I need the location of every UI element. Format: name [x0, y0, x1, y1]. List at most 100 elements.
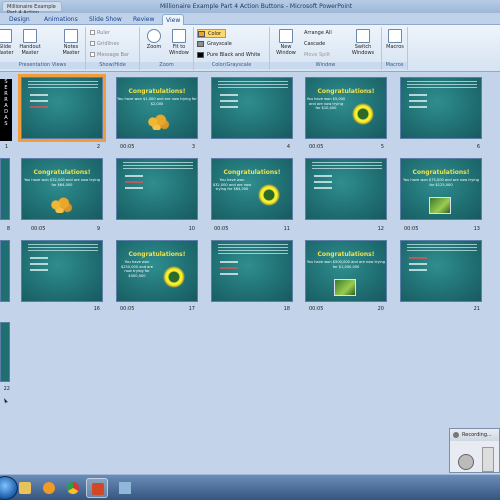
slide-6-thumbnail[interactable] [400, 77, 482, 139]
record-button[interactable] [458, 454, 474, 470]
color-option[interactable]: Color [197, 29, 227, 38]
fit-to-window-button[interactable]: Fit to Window [167, 29, 191, 61]
answer-line [125, 181, 143, 183]
slide-number: 12 [377, 226, 384, 232]
window-group-label: Window [270, 62, 381, 69]
cascade-button[interactable]: Cascade [304, 41, 325, 47]
macros-button[interactable]: Macros [384, 29, 406, 61]
network-icon [119, 482, 131, 494]
slide-14-thumbnail[interactable] [0, 240, 10, 302]
slide-master-icon [0, 29, 12, 43]
ruler-label: Ruler [97, 30, 110, 36]
color-swatch-icon [198, 30, 205, 37]
ruler-checkbox[interactable]: Ruler [90, 30, 110, 36]
switch-windows-button[interactable]: Switch Windows [348, 29, 378, 61]
answer-line [30, 100, 48, 102]
slide-18-thumbnail[interactable]: Congratulations! You have won $500,000 a… [305, 240, 387, 302]
question-text [312, 162, 382, 169]
slide-10-thumbnail[interactable] [116, 158, 198, 220]
zoom-button[interactable]: Zoom [143, 29, 165, 61]
notes-master-button[interactable]: Notes Master [60, 29, 82, 61]
congrats-text: Congratulations! [223, 169, 281, 176]
question-text [123, 162, 193, 169]
tab-view[interactable]: View [162, 14, 185, 25]
answer-line [220, 273, 238, 275]
grayscale-option[interactable]: Grayscale [197, 40, 236, 49]
taskbar [0, 474, 500, 500]
slide-11-thumbnail[interactable]: Congratulations! You have won $32,000 an… [211, 158, 293, 220]
explorer-app[interactable] [14, 478, 36, 498]
tab-animations[interactable]: Animations [41, 14, 81, 25]
tab-review[interactable]: Review [130, 14, 157, 25]
arrange-all-button[interactable]: Arrange All [304, 30, 332, 36]
slide-number: 18 [283, 306, 290, 312]
answer-line [30, 269, 48, 271]
media-player-app[interactable] [38, 478, 60, 498]
quick-access-tab[interactable]: Millionaire Example Part 4 Action Button… [2, 1, 62, 22]
slide-timing: 00:05 [309, 144, 324, 150]
chrome-icon [67, 482, 79, 494]
slide-16-thumbnail[interactable]: Congratulations! You have won $250,000 a… [116, 240, 198, 302]
grayscale-swatch-icon [197, 40, 204, 47]
slide-17-thumbnail[interactable] [211, 240, 293, 302]
slide-13-thumbnail[interactable]: Congratulations! You have won $75,000 an… [400, 158, 482, 220]
move-split-button[interactable]: Move Split [304, 52, 330, 58]
network-app[interactable] [114, 478, 136, 498]
slide-3-thumbnail[interactable]: Congratulations! You have won $1,000 and… [116, 77, 198, 139]
new-window-label: New Window [276, 44, 296, 56]
handout-master-icon [23, 29, 37, 43]
window-title: Millionaire Example Part 4 Action Button… [160, 3, 353, 10]
recording-label: Recording... [462, 432, 492, 438]
slide-1-thumbnail[interactable]: SERRADAS [0, 79, 12, 141]
slide-5-thumbnail[interactable]: Congratulations! You have won $5,000 and… [305, 77, 387, 139]
answer-line [125, 175, 143, 177]
pure-black-white-option[interactable]: Pure Black and White [197, 51, 264, 60]
group-zoom: Zoom Fit to Window Zoom [140, 27, 194, 70]
tab-design[interactable]: Design [6, 14, 33, 25]
slide-number: 8 [6, 226, 10, 232]
money-burst-image [258, 184, 280, 206]
chrome-app[interactable] [62, 478, 84, 498]
slide-12-thumbnail[interactable] [305, 158, 387, 220]
answer-line [220, 267, 238, 269]
new-window-button[interactable]: New Window [273, 29, 299, 61]
answer-line [314, 181, 332, 183]
record-indicator-icon [453, 432, 459, 438]
slide-15-thumbnail[interactable] [21, 240, 103, 302]
slide-master-button[interactable]: Slide Master [0, 29, 16, 61]
new-window-icon [279, 29, 293, 43]
question-text [28, 244, 98, 251]
ribbon-tabs: Design Animations Slide Show Review View [0, 13, 500, 25]
recording-widget[interactable]: Recording... [449, 428, 500, 473]
slide-9-thumbnail[interactable]: Congratulations! You have won $32,000 an… [21, 158, 103, 220]
coins-image [145, 112, 171, 130]
congrats-text: Congratulations! [128, 88, 186, 95]
slide-number: 4 [286, 144, 290, 150]
slide-22-thumbnail[interactable] [0, 322, 10, 382]
answer-line [125, 187, 143, 189]
answer-line [409, 106, 427, 108]
handout-master-button[interactable]: Handout Master [16, 29, 44, 61]
group-window: New Window Arrange All Cascade Move Spli… [270, 27, 382, 70]
title-bar: Millionaire Example Part 4 Action Button… [0, 0, 500, 22]
answer-line [409, 269, 427, 271]
fit-to-window-label: Fit to Window [169, 44, 189, 56]
slide-number: 17 [188, 306, 195, 312]
message-bar-checkbox[interactable]: Message Bar [90, 52, 129, 58]
tab-slide-show[interactable]: Slide Show [86, 14, 125, 25]
volume-slider[interactable] [482, 447, 494, 472]
answer-line [220, 94, 238, 96]
powerpoint-app[interactable] [86, 478, 108, 498]
slide-19-thumbnail[interactable] [400, 240, 482, 302]
answer-line [409, 94, 427, 96]
presentation-views-label: Presentation Views [0, 62, 85, 69]
congrats-text: Congratulations! [412, 169, 470, 176]
gridlines-checkbox[interactable]: Gridlines [90, 41, 119, 47]
macros-group-label: Macros [382, 62, 407, 69]
slide-4-thumbnail[interactable] [211, 77, 293, 139]
slide-7-thumbnail[interactable] [0, 158, 10, 220]
question-text [407, 244, 477, 251]
slide-2-thumbnail[interactable] [18, 74, 106, 142]
answer-line [30, 263, 48, 265]
slide-number: 16 [93, 306, 100, 312]
